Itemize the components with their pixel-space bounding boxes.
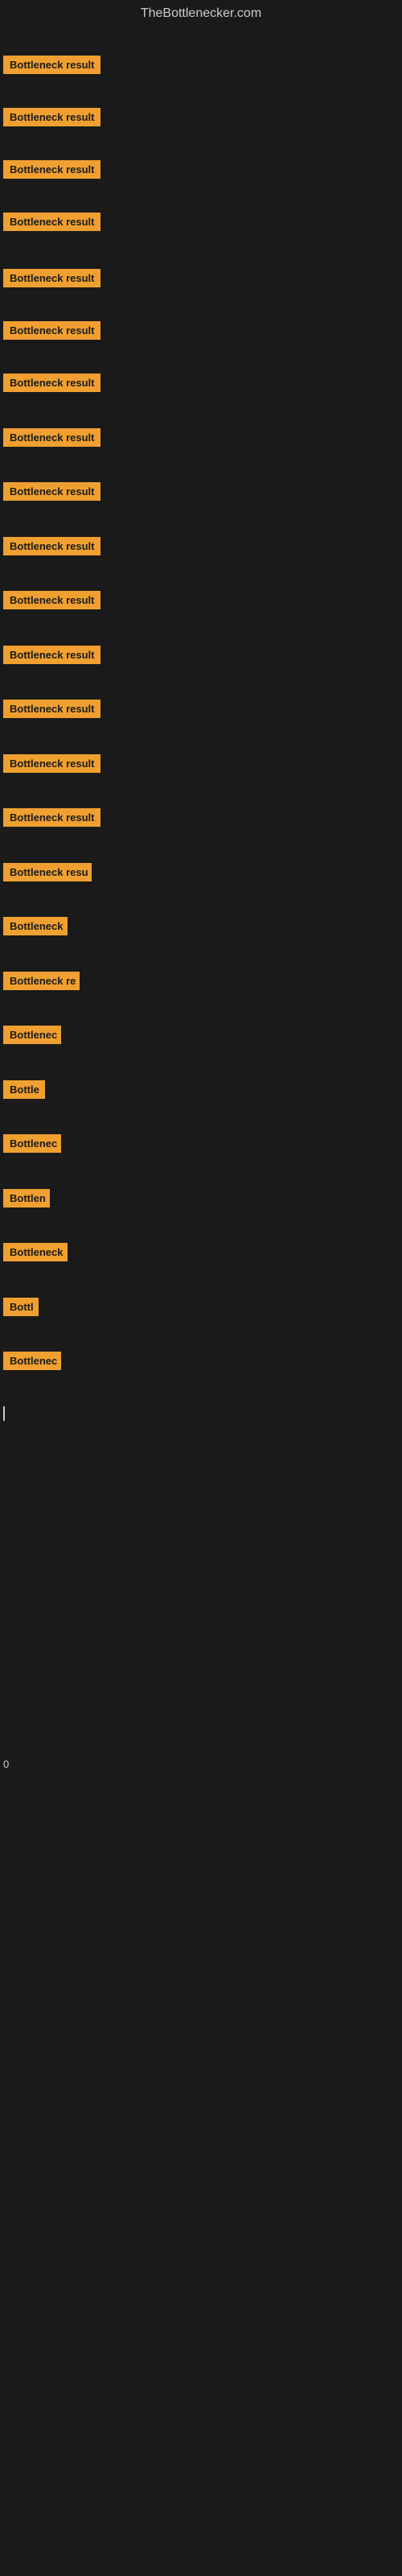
bottleneck-item-10: Bottleneck result <box>3 537 100 559</box>
items-container: Bottleneck result Bottleneck result Bottle… <box>0 27 402 2563</box>
bottleneck-item-11: Bottleneck result <box>3 591 100 613</box>
bottleneck-item-19: Bottlenec <box>3 1026 61 1048</box>
bottleneck-badge-9: Bottleneck result <box>3 482 100 501</box>
bottleneck-badge-6: Bottleneck result <box>3 321 100 340</box>
bottleneck-item-25: Bottlenec <box>3 1352 61 1374</box>
bottleneck-badge-4: Bottleneck result <box>3 213 100 231</box>
bottleneck-item-17: Bottleneck <box>3 917 68 939</box>
bottleneck-item-3: Bottleneck result <box>3 160 100 183</box>
bottleneck-badge-2: Bottleneck result <box>3 108 100 126</box>
bottleneck-item-18: Bottleneck re <box>3 972 80 994</box>
bottleneck-item-23: Bottleneck <box>3 1243 68 1265</box>
bottleneck-item-14: Bottleneck result <box>3 754 100 777</box>
bottleneck-badge-13: Bottleneck result <box>3 700 100 718</box>
bottleneck-badge-20: Bottle <box>3 1080 45 1099</box>
bottleneck-badge-8: Bottleneck result <box>3 428 100 447</box>
bottleneck-badge-3: Bottleneck result <box>3 160 100 179</box>
bottleneck-item-16: Bottleneck resu <box>3 863 92 886</box>
cursor-indicator <box>3 1406 5 1421</box>
bottleneck-badge-25: Bottlenec <box>3 1352 61 1370</box>
bottleneck-item-7: Bottleneck result <box>3 374 100 396</box>
site-title: TheBottlenecker.com <box>0 0 402 27</box>
bottleneck-item-22: Bottlen <box>3 1189 50 1212</box>
bottleneck-badge-22: Bottlen <box>3 1189 50 1208</box>
bottleneck-badge-14: Bottleneck result <box>3 754 100 773</box>
bottleneck-item-12: Bottleneck result <box>3 646 100 668</box>
bottleneck-badge-19: Bottlenec <box>3 1026 61 1044</box>
bottleneck-item-20: Bottle <box>3 1080 45 1103</box>
bottleneck-badge-21: Bottlenec <box>3 1134 61 1153</box>
bottleneck-badge-23: Bottleneck <box>3 1243 68 1261</box>
bottleneck-badge-11: Bottleneck result <box>3 591 100 609</box>
bottleneck-item-9: Bottleneck result <box>3 482 100 505</box>
bottleneck-item-6: Bottleneck result <box>3 321 100 344</box>
bottleneck-badge-16: Bottleneck resu <box>3 863 92 881</box>
bottleneck-item-24: Bottl <box>3 1298 39 1320</box>
bottleneck-badge-18: Bottleneck re <box>3 972 80 990</box>
bottleneck-badge-17: Bottleneck <box>3 917 68 935</box>
bottleneck-badge-24: Bottl <box>3 1298 39 1316</box>
bottleneck-item-13: Bottleneck result <box>3 700 100 722</box>
bottleneck-badge-5: Bottleneck result <box>3 269 100 287</box>
bottleneck-badge-7: Bottleneck result <box>3 374 100 392</box>
bottleneck-item-5: Bottleneck result <box>3 269 100 291</box>
bottleneck-badge-15: Bottleneck result <box>3 808 100 827</box>
bottleneck-item-2: Bottleneck result <box>3 108 100 130</box>
bottleneck-item-4: Bottleneck result <box>3 213 100 235</box>
small-char: 0 <box>3 1758 9 1770</box>
bottleneck-item-15: Bottleneck result <box>3 808 100 831</box>
bottleneck-item-8: Bottleneck result <box>3 428 100 451</box>
bottleneck-badge-10: Bottleneck result <box>3 537 100 555</box>
bottleneck-item-1: Bottleneck result <box>3 56 100 78</box>
bottleneck-badge-12: Bottleneck result <box>3 646 100 664</box>
bottleneck-badge-1: Bottleneck result <box>3 56 100 74</box>
bottleneck-item-21: Bottlenec <box>3 1134 61 1157</box>
